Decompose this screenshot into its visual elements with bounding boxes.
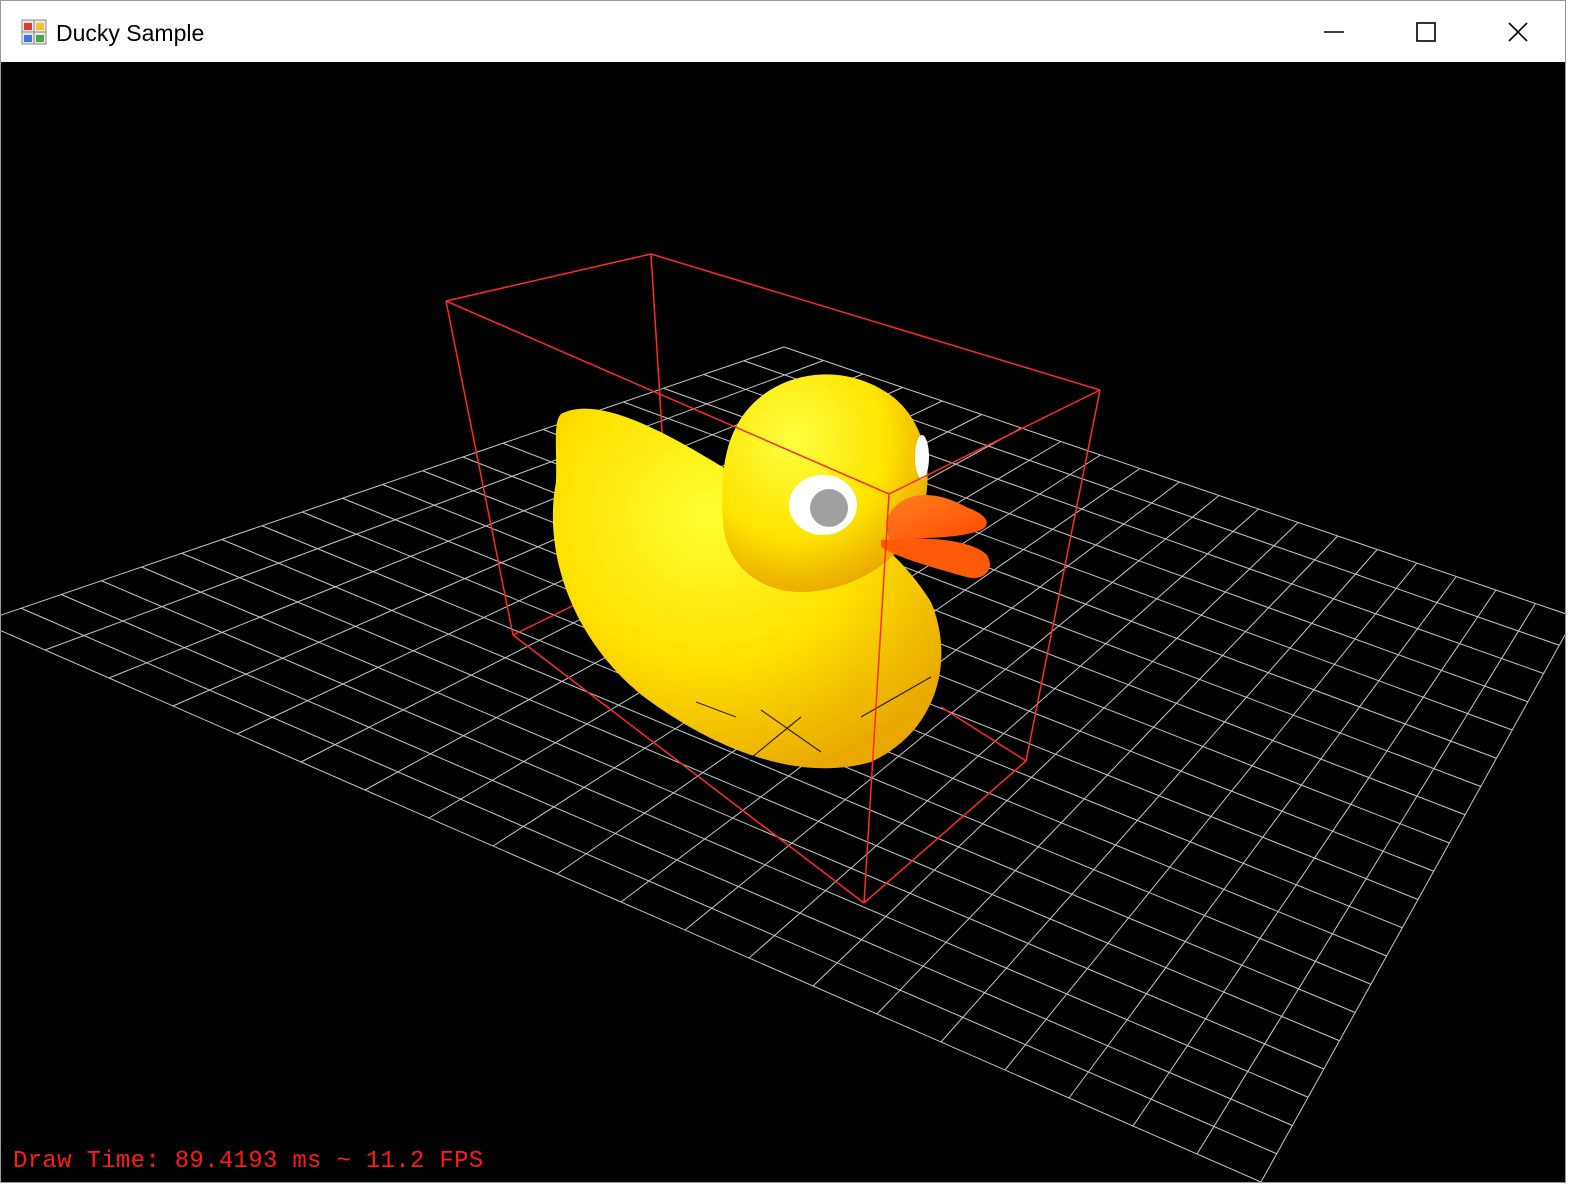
close-icon [1508, 21, 1528, 42]
app-window: Ducky Sample Draw Time: 89.4193 ms ~ 11.… [0, 0, 1566, 1183]
grid-line [1, 630, 1262, 1182]
minimize-button[interactable] [1288, 1, 1380, 62]
draw-time-status: Draw Time: 89.4193 ms ~ 11.2 FPS [13, 1148, 484, 1175]
duck-pupil [810, 489, 848, 527]
scene-canvas [1, 253, 1565, 1182]
duck-far-eye [915, 435, 929, 479]
duck-beak-upper [886, 495, 987, 540]
rubber-duck [552, 374, 990, 769]
windows-forms-app-icon [21, 19, 47, 45]
maximize-button[interactable] [1380, 1, 1472, 62]
window-title: Ducky Sample [56, 20, 205, 46]
close-button[interactable] [1472, 1, 1564, 62]
3d-viewport[interactable]: Draw Time: 89.4193 ms ~ 11.2 FPS [1, 62, 1565, 1182]
minimize-icon [1324, 30, 1344, 33]
grid-line [1196, 603, 1536, 1155]
grid-line [1260, 633, 1565, 1182]
maximize-icon [1416, 21, 1436, 42]
title-bar[interactable]: Ducky Sample [1, 1, 1565, 62]
